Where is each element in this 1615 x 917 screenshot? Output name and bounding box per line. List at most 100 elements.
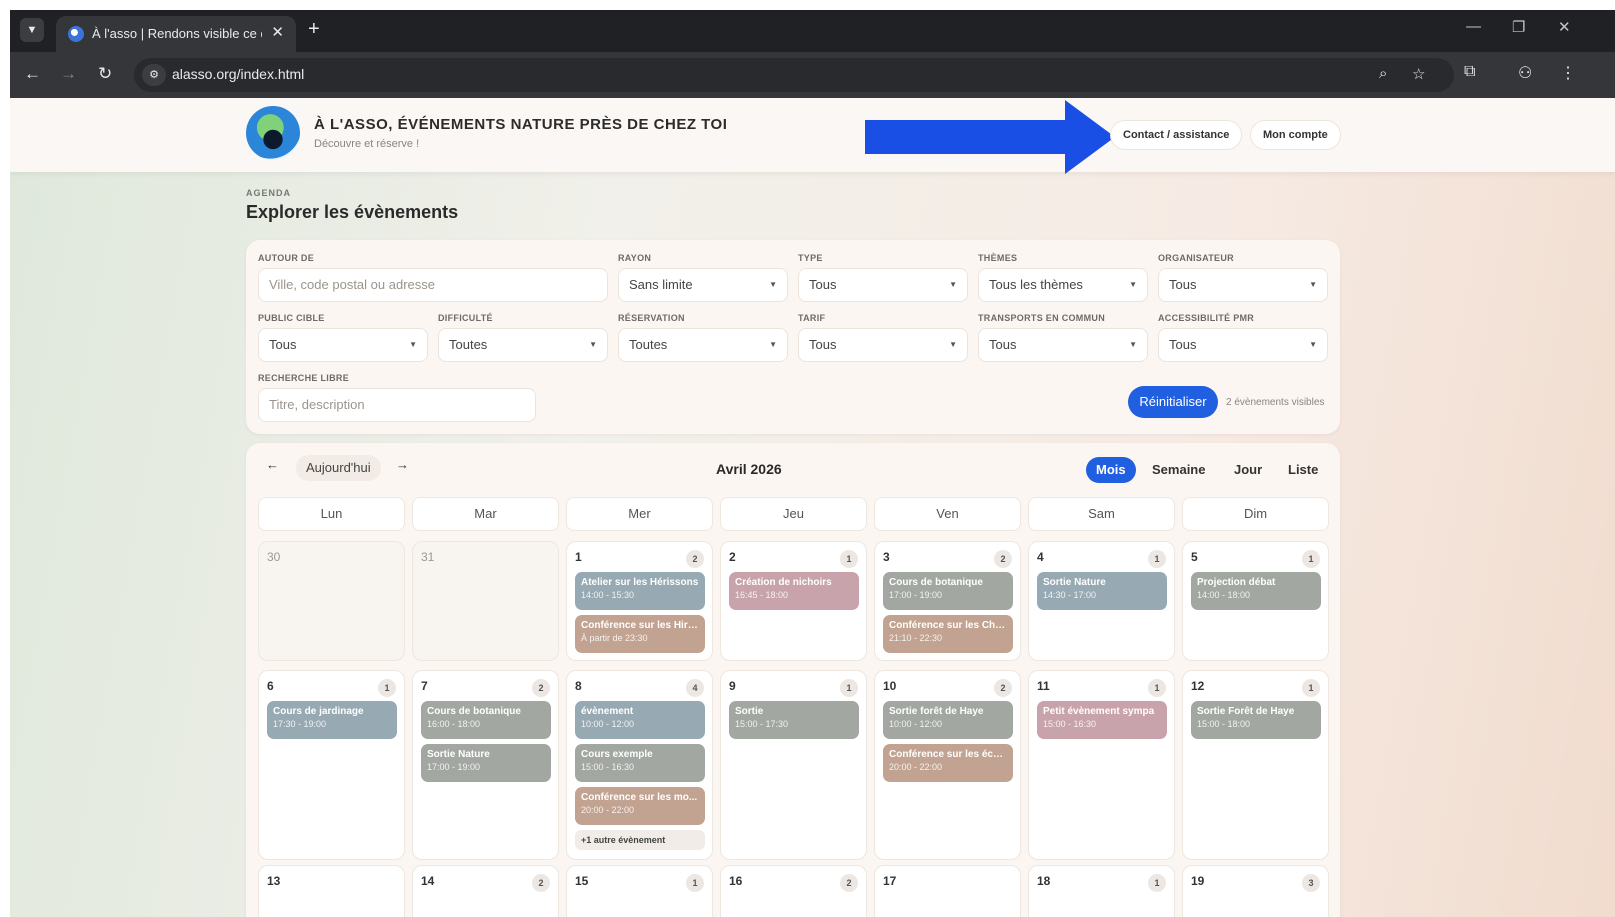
menu-icon[interactable]: ⋮ <box>1560 63 1576 83</box>
type-label: TYPE <box>798 253 823 263</box>
day-number: 30 <box>267 550 281 564</box>
calendar-day-cell[interactable]: 13 <box>258 865 405 917</box>
view-list-button[interactable]: Liste <box>1278 457 1328 483</box>
tab-close-icon[interactable]: ✕ <box>271 23 284 41</box>
near-input[interactable]: Ville, code postal ou adresse <box>258 268 608 302</box>
view-month-button[interactable]: Mois <box>1086 457 1136 483</box>
event-time: 17:00 - 19:00 <box>427 762 481 772</box>
audience-value: Tous <box>269 337 297 352</box>
calendar-day-cell[interactable]: 12 1 Sortie Forêt de Haye 15:00 - 18:00 <box>1182 670 1329 860</box>
calendar-day-cell[interactable]: 9 1 Sortie 15:00 - 17:30 <box>720 670 867 860</box>
event-time: 21:10 - 22:30 <box>889 633 943 643</box>
accessibility-select[interactable]: Tous ▼ <box>1158 328 1328 362</box>
restore-icon[interactable]: ❐ <box>1512 18 1525 36</box>
forward-icon[interactable]: → <box>60 64 77 84</box>
today-button[interactable]: Aujourd'hui <box>296 455 381 481</box>
difficulty-select[interactable]: Toutes ▼ <box>438 328 608 362</box>
event-count-badge: 1 <box>840 679 858 697</box>
calendar-day-cell[interactable]: 5 1 Projection débat 14:00 - 18:00 <box>1182 541 1329 661</box>
weekday-header: Lun <box>258 497 405 531</box>
calendar-day-cell[interactable]: 10 2 Sortie forêt de Haye 10:00 - 12:00 Conf… <box>874 670 1021 860</box>
calendar-event[interactable]: Conférence sur les mo... 20:00 - 22:00 <box>575 787 705 825</box>
calendar-day-cell[interactable]: 1 2 Atelier sur les Hérissons 14:00 - 15:30… <box>566 541 713 661</box>
calendar-event[interactable]: Sortie Nature 17:00 - 19:00 <box>421 744 551 782</box>
calendar-event[interactable]: Conférence sur les écu... 20:00 - 22:00 <box>883 744 1013 782</box>
calendar-day-cell[interactable]: 30 <box>258 541 405 661</box>
site-title: À L'ASSO, ÉVÉNEMENTS NATURE PRÈS DE CHEZ… <box>314 116 728 133</box>
my-account-button[interactable]: Mon compte <box>1250 120 1341 150</box>
event-time: 15:00 - 17:30 <box>735 719 789 729</box>
page-title: Explorer les évènements <box>246 202 459 222</box>
calendar-day-cell[interactable]: 18 1 <box>1028 865 1175 917</box>
calendar-day-cell[interactable]: 2 1 Création de nichoirs 16:45 - 18:00 <box>720 541 867 661</box>
section-eyebrow: AGENDA <box>246 188 292 198</box>
calendar-event[interactable]: Projection débat 14:00 - 18:00 <box>1191 572 1321 610</box>
calendar-day-cell[interactable]: 17 <box>874 865 1021 917</box>
calendar-event[interactable]: Sortie forêt de Haye 10:00 - 12:00 <box>883 701 1013 739</box>
minimize-icon[interactable]: — <box>1466 18 1481 35</box>
event-time: 20:00 - 22:00 <box>581 805 635 815</box>
profile-icon[interactable]: ⚇ <box>1518 63 1532 83</box>
extensions-icon[interactable]: ⧉ <box>1464 63 1475 81</box>
themes-select[interactable]: Tous les thèmes ▼ <box>978 268 1148 302</box>
price-select[interactable]: Tous ▼ <box>798 328 968 362</box>
tab-search-icon[interactable]: ▼ <box>20 18 44 42</box>
reset-button[interactable]: Réinitialiser <box>1128 386 1218 418</box>
transport-value: Tous <box>989 337 1017 352</box>
chevron-down-icon: ▼ <box>1129 340 1137 349</box>
type-select[interactable]: Tous ▼ <box>798 268 968 302</box>
calendar-event[interactable]: Cours de botanique 17:00 - 19:00 <box>883 572 1013 610</box>
bookmark-star-icon[interactable]: ☆ <box>1412 65 1425 83</box>
event-time: 15:00 - 16:30 <box>581 762 635 772</box>
calendar-day-cell[interactable]: 11 1 Petit évènement sympa 15:00 - 16:30 <box>1028 670 1175 860</box>
calendar-event[interactable]: Création de nichoirs 16:45 - 18:00 <box>729 572 859 610</box>
zoom-icon[interactable]: ⌕ <box>1379 65 1387 82</box>
event-time: 17:30 - 19:00 <box>273 719 327 729</box>
view-week-button[interactable]: Semaine <box>1142 457 1215 483</box>
calendar-event[interactable]: Cours de botanique 16:00 - 18:00 <box>421 701 551 739</box>
organizer-select[interactable]: Tous ▼ <box>1158 268 1328 302</box>
reload-icon[interactable]: ↻ <box>98 64 112 84</box>
back-icon[interactable]: ← <box>24 64 41 84</box>
radius-select[interactable]: Sans limite ▼ <box>618 268 788 302</box>
calendar-event[interactable]: Sortie 15:00 - 17:30 <box>729 701 859 739</box>
calendar-event[interactable]: évènement 10:00 - 12:00 <box>575 701 705 739</box>
view-day-button[interactable]: Jour <box>1224 457 1272 483</box>
calendar-event[interactable]: Conférence sur les Hiro... À partir de 23… <box>575 615 705 653</box>
weekday-header: Mer <box>566 497 713 531</box>
calendar-day-cell[interactable]: 14 2 <box>412 865 559 917</box>
address-bar[interactable]: ⚙ alasso.org/index.html ⌕ ☆ <box>134 58 1454 92</box>
calendar-day-cell[interactable]: 7 2 Cours de botanique 16:00 - 18:00 Sortie … <box>412 670 559 860</box>
calendar-event[interactable]: Cours exemple 15:00 - 16:30 <box>575 744 705 782</box>
calendar-event[interactable]: Cours de jardinage 17:30 - 19:00 <box>267 701 397 739</box>
booking-select[interactable]: Toutes ▼ <box>618 328 788 362</box>
audience-select[interactable]: Tous ▼ <box>258 328 428 362</box>
calendar-day-cell[interactable]: 8 4 évènement 10:00 - 12:00 Cours exemple 15:… <box>566 670 713 860</box>
calendar-event[interactable]: Conférence sur les Cho... 21:10 - 22:30 <box>883 615 1013 653</box>
more-events-link[interactable]: +1 autre évènement <box>575 830 705 850</box>
next-month-button[interactable]: → <box>396 457 409 472</box>
site-logo[interactable] <box>246 106 300 160</box>
calendar-day-cell[interactable]: 19 3 <box>1182 865 1329 917</box>
transport-select[interactable]: Tous ▼ <box>978 328 1148 362</box>
calendar-day-cell[interactable]: 3 2 Cours de botanique 17:00 - 19:00 Confére… <box>874 541 1021 661</box>
site-header: À L'ASSO, ÉVÉNEMENTS NATURE PRÈS DE CHEZ… <box>10 98 1615 174</box>
calendar-event[interactable]: Sortie Nature 14:30 - 17:00 <box>1037 572 1167 610</box>
prev-month-button[interactable]: ← <box>266 457 279 472</box>
browser-tab[interactable]: À l'asso | Rendons visible ce qu ✕ <box>56 16 296 52</box>
contact-assistance-button[interactable]: Contact / assistance <box>1110 120 1243 150</box>
calendar-title: Avril 2026 <box>716 461 782 477</box>
close-window-icon[interactable]: ✕ <box>1558 18 1571 36</box>
calendar-day-cell[interactable]: 16 2 <box>720 865 867 917</box>
calendar-day-cell[interactable]: 31 <box>412 541 559 661</box>
calendar-day-cell[interactable]: 15 1 <box>566 865 713 917</box>
event-time: 15:00 - 16:30 <box>1043 719 1097 729</box>
search-input[interactable]: Titre, description <box>258 388 536 422</box>
site-info-icon[interactable]: ⚙ <box>142 64 166 86</box>
calendar-event[interactable]: Sortie Forêt de Haye 15:00 - 18:00 <box>1191 701 1321 739</box>
calendar-day-cell[interactable]: 4 1 Sortie Nature 14:30 - 17:00 <box>1028 541 1175 661</box>
calendar-event[interactable]: Petit évènement sympa 15:00 - 16:30 <box>1037 701 1167 739</box>
calendar-day-cell[interactable]: 6 1 Cours de jardinage 17:30 - 19:00 <box>258 670 405 860</box>
new-tab-icon[interactable]: + <box>308 18 320 41</box>
calendar-event[interactable]: Atelier sur les Hérissons 14:00 - 15:30 <box>575 572 705 610</box>
